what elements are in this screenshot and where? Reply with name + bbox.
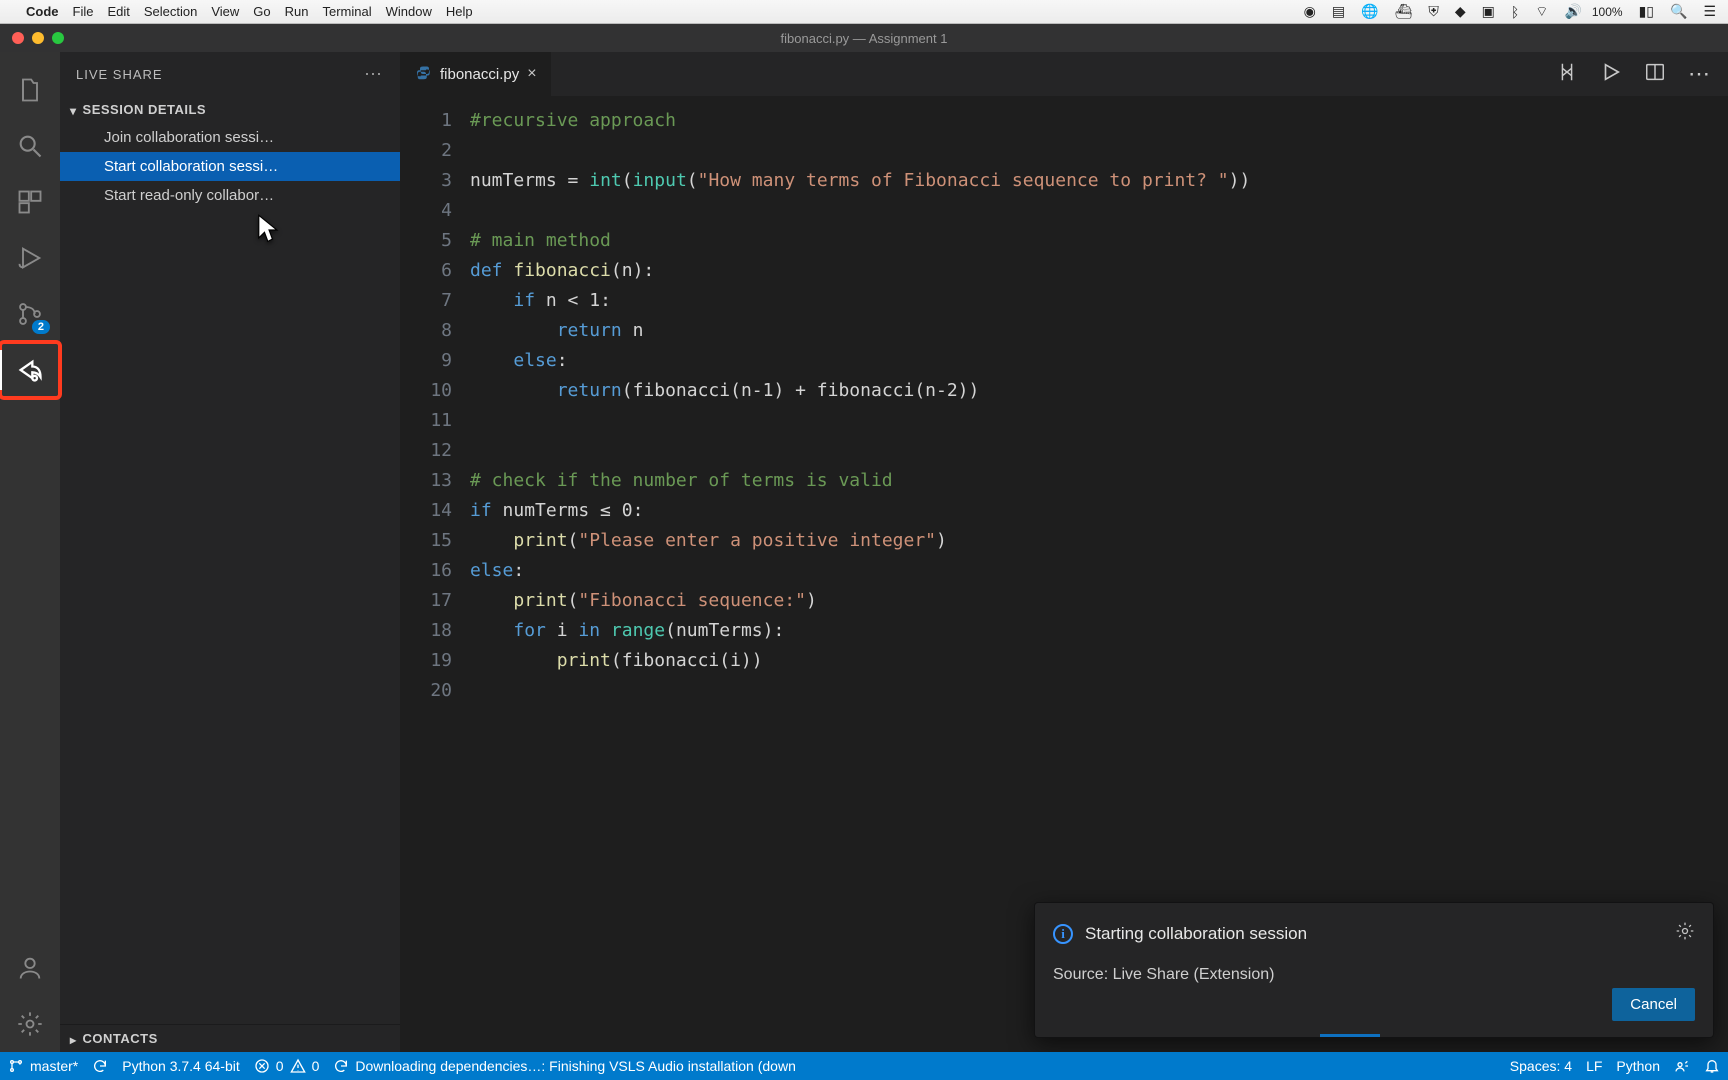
activity-settings[interactable]	[0, 996, 60, 1052]
mac-menu-run[interactable]: Run	[285, 4, 309, 19]
activity-explorer[interactable]	[0, 62, 60, 118]
status-eol[interactable]: LF	[1586, 1058, 1602, 1074]
status-control-center-icon[interactable]: ☰	[1703, 3, 1716, 20]
status-globe-icon[interactable]: 🌐	[1361, 3, 1378, 20]
contacts-header[interactable]: ▸ CONTACTS	[60, 1025, 400, 1052]
minimize-window-button[interactable]	[32, 32, 44, 44]
session-details-label: SESSION DETAILS	[83, 102, 207, 117]
contacts-label: CONTACTS	[83, 1031, 158, 1046]
status-bar: master* Python 3.7.4 64-bit 0 0 Download…	[0, 1052, 1728, 1080]
toast-cancel-button[interactable]: Cancel	[1612, 988, 1695, 1021]
editor-area: fibonacci.py × ⋯ 12345678910111213141516…	[400, 52, 1728, 1052]
scm-badge: 2	[32, 320, 50, 334]
mac-menu-help[interactable]: Help	[446, 4, 473, 19]
status-volume-icon[interactable]: 🔊	[1564, 3, 1581, 20]
mac-menu-terminal[interactable]: Terminal	[323, 4, 372, 19]
status-feedback-icon[interactable]	[1674, 1058, 1690, 1074]
activity-bar: 2	[0, 52, 60, 1052]
toast-source: Source: Live Share (Extension)	[1053, 966, 1695, 984]
tab-bar: fibonacci.py × ⋯	[400, 52, 1728, 96]
status-wifi-icon[interactable]: ⌔	[1535, 3, 1548, 21]
tab-close-button[interactable]: ×	[527, 65, 536, 83]
run-file-button[interactable]	[1600, 61, 1622, 88]
mac-menu-go[interactable]: Go	[253, 4, 270, 19]
mac-menu-edit[interactable]: Edit	[107, 4, 129, 19]
sidebar-item-join-session[interactable]: Join collaboration sessi…	[60, 123, 400, 152]
status-branch[interactable]: master*	[8, 1058, 78, 1074]
mac-menu-view[interactable]: View	[211, 4, 239, 19]
activity-source-control[interactable]: 2	[0, 286, 60, 342]
sidebar: LIVE SHARE ⋯ ▾ SESSION DETAILS Join coll…	[60, 52, 400, 1052]
activity-live-share[interactable]	[0, 342, 60, 398]
status-language[interactable]: Python	[1616, 1058, 1660, 1074]
line-number-gutter: 1234567891011121314151617181920	[400, 96, 470, 1052]
toast-settings-button[interactable]	[1675, 921, 1695, 946]
status-spotlight-icon[interactable]: 🔍	[1670, 3, 1687, 20]
mac-menubar: Code File Edit Selection View Go Run Ter…	[0, 0, 1728, 24]
status-download-progress[interactable]: Downloading dependencies…: Finishing VSL…	[333, 1058, 796, 1074]
split-editor-button[interactable]	[1644, 61, 1666, 88]
info-icon: i	[1053, 924, 1073, 944]
status-sync[interactable]	[92, 1058, 108, 1074]
activity-accounts[interactable]	[0, 940, 60, 996]
mac-app-name[interactable]: Code	[26, 4, 59, 19]
status-problems[interactable]: 0 0	[254, 1058, 320, 1074]
chevron-down-icon: ▾	[70, 104, 77, 118]
session-details-header[interactable]: ▾ SESSION DETAILS	[60, 96, 400, 123]
sidebar-more-button[interactable]: ⋯	[364, 64, 384, 85]
status-tray-icon[interactable]: ▣	[1482, 3, 1495, 20]
mac-menu-selection[interactable]: Selection	[144, 4, 197, 19]
chevron-right-icon: ▸	[70, 1033, 77, 1047]
status-battery[interactable]: 100%	[1592, 5, 1623, 19]
minimap[interactable]	[1712, 96, 1728, 1052]
tab-fibonacci-py[interactable]: fibonacci.py ×	[400, 52, 552, 96]
status-docker-icon[interactable]: ⛴	[1395, 3, 1413, 20]
toast-progress	[1035, 1034, 1713, 1037]
compare-changes-icon[interactable]	[1556, 61, 1578, 88]
window-title: fibonacci.py — Assignment 1	[0, 31, 1728, 46]
notification-toast: i Starting collaboration session Source:…	[1034, 902, 1714, 1038]
status-dropbox-icon[interactable]: ◆	[1455, 3, 1466, 20]
status-shield-icon[interactable]: ⛨	[1428, 3, 1439, 20]
status-battery-icon[interactable]: ▮▯	[1639, 3, 1654, 20]
tab-filename: fibonacci.py	[440, 66, 519, 83]
vscode-window: fibonacci.py — Assignment 1 2	[0, 24, 1728, 1080]
status-menu-icon[interactable]: ▤	[1332, 3, 1345, 20]
editor-more-button[interactable]: ⋯	[1688, 61, 1710, 87]
activity-search[interactable]	[0, 118, 60, 174]
status-bluetooth-icon[interactable]: ᛒ	[1511, 4, 1519, 20]
close-window-button[interactable]	[12, 32, 24, 44]
status-python-interpreter[interactable]: Python 3.7.4 64-bit	[122, 1058, 240, 1074]
activity-extensions[interactable]	[0, 174, 60, 230]
python-file-icon	[414, 65, 432, 83]
zoom-window-button[interactable]	[52, 32, 64, 44]
window-titlebar[interactable]: fibonacci.py — Assignment 1	[0, 24, 1728, 52]
status-spaces[interactable]: Spaces: 4	[1510, 1058, 1572, 1074]
sidebar-title: LIVE SHARE	[76, 67, 163, 82]
mac-menu-window[interactable]: Window	[386, 4, 432, 19]
toast-title: Starting collaboration session	[1085, 924, 1307, 944]
activity-run-debug[interactable]	[0, 230, 60, 286]
traffic-lights	[0, 32, 64, 44]
sidebar-item-start-session[interactable]: Start collaboration sessi…	[60, 152, 400, 181]
status-bell-icon[interactable]	[1704, 1058, 1720, 1074]
status-record-icon[interactable]: ◉	[1304, 3, 1316, 20]
sidebar-item-start-readonly[interactable]: Start read-only collabor…	[60, 181, 400, 210]
mac-menu-file[interactable]: File	[73, 4, 94, 19]
